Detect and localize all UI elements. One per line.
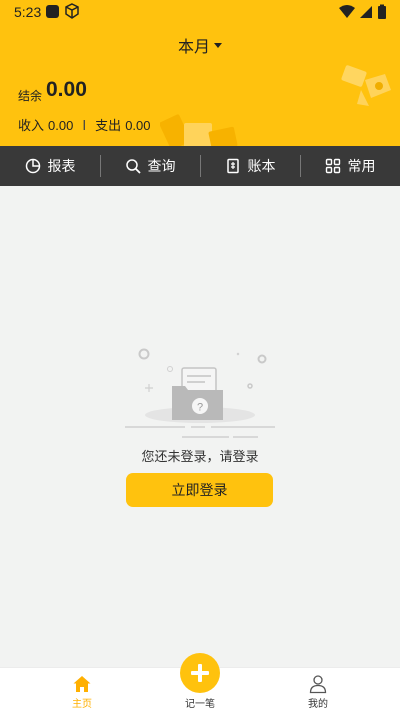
add-record-button[interactable] bbox=[180, 653, 220, 693]
login-button[interactable]: 立即登录 bbox=[126, 473, 273, 507]
function-toolbar: 报表 查询 账本 常用 bbox=[0, 146, 400, 186]
status-bar: 5:23 bbox=[0, 0, 400, 24]
wifi-icon bbox=[339, 5, 355, 18]
tool-report[interactable]: 报表 bbox=[0, 146, 100, 186]
empty-folder-illustration: ? bbox=[125, 348, 275, 438]
tool-common-label: 常用 bbox=[347, 159, 376, 175]
nav-mine-label: 我的 bbox=[308, 699, 328, 710]
pie-chart-icon bbox=[25, 158, 40, 174]
signal-icon bbox=[360, 6, 372, 18]
nav-add-label: 记一笔 bbox=[185, 699, 215, 710]
decorative-books-icon bbox=[160, 114, 238, 146]
ledger-icon bbox=[226, 158, 239, 174]
search-icon bbox=[125, 159, 141, 174]
tool-query[interactable]: 查询 bbox=[100, 146, 200, 186]
tool-query-label: 查询 bbox=[147, 159, 176, 175]
balance-value: 0.00 bbox=[46, 78, 87, 101]
notification-app-icon bbox=[46, 5, 59, 18]
grid-icon bbox=[325, 158, 340, 174]
status-system-icons bbox=[339, 4, 386, 19]
income-label: 收入 bbox=[18, 119, 45, 134]
income-expense-row: 收入 0.00 I 支出 0.00 bbox=[18, 115, 151, 134]
caret-down-icon bbox=[214, 43, 222, 48]
expense-label: 支出 bbox=[95, 119, 122, 134]
status-time: 5:23 bbox=[14, 4, 42, 20]
tool-ledger[interactable]: 账本 bbox=[200, 146, 300, 186]
svg-text:?: ? bbox=[197, 402, 203, 414]
income-value: 0.00 bbox=[48, 118, 74, 133]
not-logged-in-message: 您还未登录，请登录 bbox=[141, 450, 259, 465]
tool-report-label: 报表 bbox=[47, 159, 76, 175]
nav-home[interactable]: 主页 bbox=[42, 668, 122, 711]
user-icon bbox=[309, 675, 327, 694]
decorative-stationery-icon bbox=[341, 65, 391, 106]
header: 5:23 本月 结余 0.00 收入 0.00 I 支出 0.00 bbox=[0, 0, 400, 146]
tool-ledger-label: 账本 bbox=[247, 159, 276, 175]
month-selector[interactable]: 本月 bbox=[0, 33, 400, 57]
balance-label: 结余 bbox=[18, 89, 43, 103]
nav-mine[interactable]: 我的 bbox=[278, 668, 358, 711]
divider-glyph: I bbox=[82, 119, 87, 134]
battery-icon bbox=[378, 6, 386, 19]
home-icon bbox=[73, 676, 91, 692]
package-icon bbox=[65, 3, 79, 19]
nav-home-label: 主页 bbox=[72, 699, 92, 710]
expense-value: 0.00 bbox=[125, 118, 151, 133]
tool-common[interactable]: 常用 bbox=[300, 146, 400, 186]
month-label: 本月 bbox=[177, 37, 210, 56]
